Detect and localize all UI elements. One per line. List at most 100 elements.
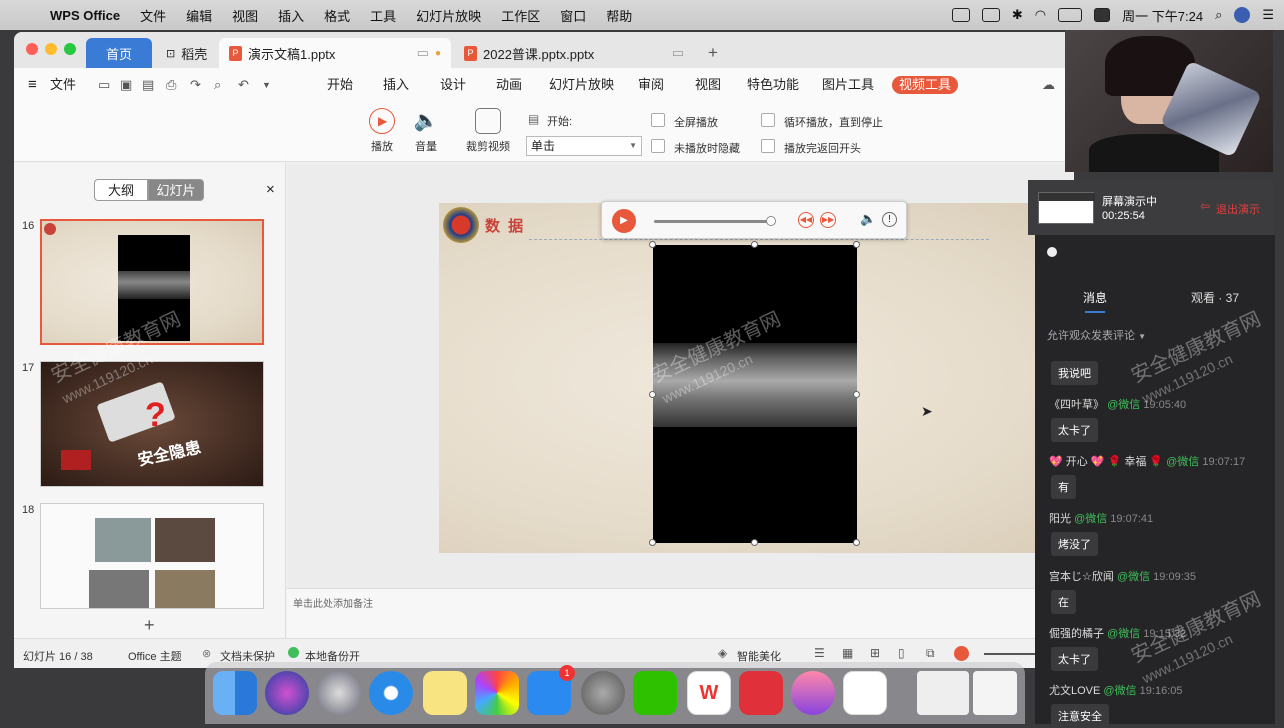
slide-thumb-17[interactable]: ? 安全隐患: [40, 361, 264, 487]
resize-handle[interactable]: [853, 539, 860, 546]
tab-outline[interactable]: 大纲: [94, 179, 148, 201]
allow-comments-toggle[interactable]: 允许观众发表评论 ▼: [1047, 327, 1146, 343]
menu-format[interactable]: 格式: [314, 6, 360, 25]
slide-thumb-18[interactable]: [40, 503, 264, 609]
tab-daoke[interactable]: ⊡ 稻壳: [156, 38, 216, 68]
resize-handle[interactable]: [853, 391, 860, 398]
menu-slideshow[interactable]: 幻灯片放映: [406, 6, 491, 25]
close-window-icon[interactable]: [26, 43, 38, 55]
resize-handle[interactable]: [751, 539, 758, 546]
file-menu-button[interactable]: 文件: [50, 68, 76, 102]
tab-video-tools[interactable]: 视频工具: [892, 76, 959, 94]
user-avatar-icon[interactable]: [1234, 7, 1251, 23]
tab-pin-icon[interactable]: ▭: [417, 45, 429, 61]
display-icon[interactable]: [981, 8, 1000, 22]
play-button[interactable]: ▶ 播放: [368, 108, 396, 154]
fast-forward-icon[interactable]: ▶▶: [820, 212, 836, 228]
menu-workspace[interactable]: 工作区: [491, 6, 550, 25]
tab-pin-icon[interactable]: ▭: [672, 45, 684, 61]
input-method-icon[interactable]: [1094, 8, 1111, 22]
menu-window[interactable]: 窗口: [550, 6, 596, 25]
photos-icon[interactable]: [475, 671, 519, 715]
battery-icon[interactable]: [1058, 8, 1083, 22]
presenter-view-icon[interactable]: ⧉: [926, 646, 935, 661]
media-progress-track[interactable]: [654, 220, 772, 223]
bluetooth-icon[interactable]: ✱: [1012, 7, 1023, 23]
slide-thumb-16[interactable]: [40, 219, 264, 345]
menu-view[interactable]: 视图: [222, 6, 268, 25]
menu-help[interactable]: 帮助: [596, 6, 642, 25]
menu-file[interactable]: 文件: [130, 6, 176, 25]
volume-button[interactable]: 🔈 音量: [410, 108, 442, 154]
tab-slideshow[interactable]: 幻灯片放映: [549, 68, 614, 102]
media-play-button[interactable]: ▶: [612, 209, 636, 233]
wechat-icon[interactable]: [633, 671, 677, 715]
tab-viewers[interactable]: 观看 · 37: [1191, 289, 1239, 306]
resize-handle[interactable]: [649, 539, 656, 546]
notes-app-icon[interactable]: [423, 671, 467, 715]
media-volume-icon[interactable]: 🔈: [860, 211, 876, 227]
menu-app-name[interactable]: WPS Office: [40, 8, 130, 23]
media-progress-handle[interactable]: [766, 216, 776, 226]
tab-insert[interactable]: 插入: [383, 68, 409, 102]
launchpad-icon[interactable]: [317, 671, 361, 715]
print-icon[interactable]: ⎙: [166, 68, 176, 102]
preview-icon[interactable]: ⌕: [214, 68, 221, 102]
slideshow-play-icon[interactable]: [954, 646, 969, 661]
chat-bubble-app-icon[interactable]: [843, 671, 887, 715]
redo-icon[interactable]: ↷: [190, 68, 201, 102]
clock[interactable]: 周一 下午7:24: [1122, 6, 1203, 25]
cloud-icon[interactable]: ☁: [1042, 68, 1055, 102]
netease-music-icon[interactable]: [739, 671, 783, 715]
spotlight-search-icon[interactable]: ⌕: [1215, 7, 1222, 23]
sorter-view-icon[interactable]: ⊞: [870, 646, 880, 660]
tab-slides[interactable]: 幻灯片: [148, 179, 204, 201]
finder-icon[interactable]: [213, 671, 257, 715]
menu-tools[interactable]: 工具: [360, 6, 406, 25]
monterey-installer-icon[interactable]: [791, 671, 835, 715]
recent-document-icon[interactable]: [973, 671, 1017, 715]
tab-special[interactable]: 特色功能: [747, 68, 799, 102]
normal-view-icon[interactable]: ▦: [842, 646, 853, 660]
trim-video-button[interactable]: 裁剪视频: [464, 108, 512, 154]
minimize-window-icon[interactable]: [45, 43, 57, 55]
loop-checkbox[interactable]: [761, 113, 775, 127]
reading-view-icon[interactable]: ▯: [898, 646, 905, 660]
chat-status-icon[interactable]: [951, 8, 970, 22]
close-panel-icon[interactable]: ×: [266, 181, 275, 198]
maximize-window-icon[interactable]: [64, 43, 76, 55]
siri-icon[interactable]: [265, 671, 309, 715]
tab-doc1[interactable]: P 演示文稿1.pptx ▭ ●: [219, 38, 451, 68]
undo-icon[interactable]: ↶: [238, 68, 249, 102]
export-icon[interactable]: ▤: [142, 68, 154, 102]
slide-counter[interactable]: 幻灯片 16 / 38: [23, 648, 93, 664]
start-mode-select[interactable]: 单击 ▼: [526, 136, 642, 156]
control-center-icon[interactable]: ☰: [1262, 7, 1274, 23]
rewind-checkbox[interactable]: [761, 139, 775, 153]
system-preferences-icon[interactable]: [581, 671, 625, 715]
new-tab-button[interactable]: +: [698, 38, 728, 68]
hide-unplayed-checkbox[interactable]: [651, 139, 665, 153]
tab-start[interactable]: 开始: [327, 68, 353, 102]
resize-handle[interactable]: [751, 241, 758, 248]
hamburger-menu-icon[interactable]: ≡: [28, 68, 37, 102]
tab-messages[interactable]: 消息: [1083, 289, 1107, 306]
tab-animation[interactable]: 动画: [496, 68, 522, 102]
wps-icon[interactable]: W: [687, 671, 731, 715]
tab-home[interactable]: 首页: [86, 38, 152, 68]
save-icon[interactable]: ▣: [120, 68, 132, 102]
video-element[interactable]: [649, 241, 860, 546]
media-info-icon[interactable]: !: [882, 212, 897, 227]
tab-design[interactable]: 设计: [440, 68, 466, 102]
exit-presentation-button[interactable]: 退出演示: [1216, 201, 1260, 217]
recent-document-icon[interactable]: [917, 671, 969, 715]
safari-icon[interactable]: [369, 671, 413, 715]
resize-handle[interactable]: [649, 241, 656, 248]
rewind-icon[interactable]: ◀◀: [798, 212, 814, 228]
tab-view[interactable]: 视图: [695, 68, 721, 102]
app-store-icon[interactable]: 1: [527, 665, 575, 715]
fullscreen-checkbox[interactable]: [651, 113, 665, 127]
notes-toggle-icon[interactable]: ☰: [814, 646, 825, 660]
tab-doc2[interactable]: P 2022普课.pptx.pptx ▭: [454, 38, 694, 68]
notes-area[interactable]: 单击此处添加备注: [287, 588, 1074, 638]
